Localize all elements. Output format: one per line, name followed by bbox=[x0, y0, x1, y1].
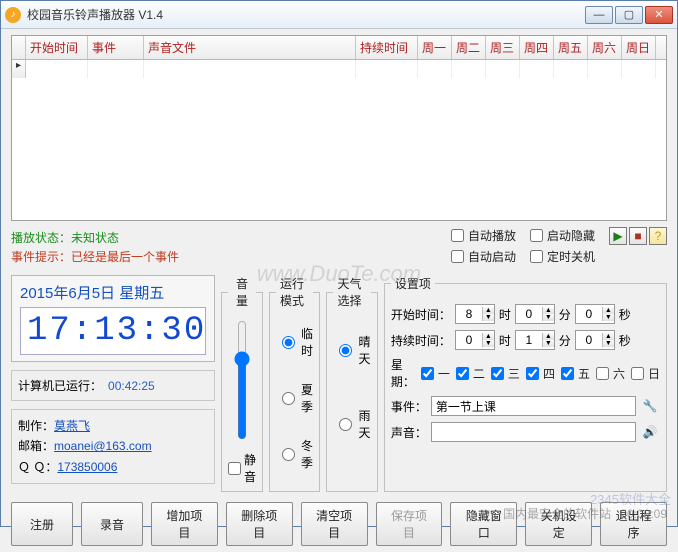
app-icon: ♪ bbox=[5, 7, 21, 23]
clear-button[interactable]: 清空项目 bbox=[301, 502, 368, 546]
settings-legend: 设置项 bbox=[391, 275, 435, 292]
grid-header: 开始时间 事件 声音文件 持续时间 周一 周二 周三 周四 周五 周六 周日 bbox=[12, 36, 666, 60]
add-button[interactable]: 增加项目 bbox=[151, 502, 218, 546]
weather-rainy[interactable]: 雨天 bbox=[339, 407, 370, 441]
day-sun[interactable]: 日 bbox=[631, 365, 660, 382]
close-button[interactable]: ✕ bbox=[645, 6, 673, 24]
info-panel: 2015年6月5日 星期五 17:13:30 计算机已运行： 00:42:25 … bbox=[11, 275, 215, 492]
play-icon-button[interactable]: ▶ bbox=[609, 227, 627, 245]
volume-slider[interactable] bbox=[233, 320, 251, 440]
auto-play-checkbox[interactable]: 自动播放 bbox=[451, 227, 516, 244]
auto-options: 自动播放 启动隐藏 自动启动 定时关机 bbox=[451, 227, 595, 265]
volume-legend: 音量 bbox=[228, 275, 256, 309]
dur-hour-spinner[interactable]: ▲▼ bbox=[455, 330, 495, 350]
mode-panel: 运行模式 临时 夏季 冬季 bbox=[269, 275, 320, 492]
day-mon[interactable]: 一 bbox=[421, 365, 450, 382]
col-duration: 持续时间 bbox=[356, 36, 418, 59]
grid-body: ▸ bbox=[12, 60, 666, 78]
event-label: 事件： bbox=[391, 398, 427, 415]
mute-checkbox[interactable]: 静音 bbox=[228, 451, 256, 485]
week-label: 星期： bbox=[391, 356, 415, 390]
weather-panel: 天气选择 晴天 雨天 bbox=[326, 275, 377, 492]
col-wed: 周三 bbox=[486, 36, 520, 59]
col-start-time: 开始时间 bbox=[26, 36, 88, 59]
start-min-spinner[interactable]: ▲▼ bbox=[515, 304, 555, 324]
sound-input[interactable] bbox=[431, 422, 636, 442]
mode-temp[interactable]: 临时 bbox=[282, 325, 313, 359]
volume-panel: 音量 静音 bbox=[221, 275, 263, 492]
timed-shutdown-checkbox[interactable]: 定时关机 bbox=[530, 248, 595, 265]
mode-legend: 运行模式 bbox=[276, 275, 313, 309]
col-tue: 周二 bbox=[452, 36, 486, 59]
settings-panel: 设置项 开始时间： ▲▼时 ▲▼分 ▲▼秒 持续时间： ▲▼时 ▲▼分 ▲▼秒 … bbox=[384, 275, 667, 492]
uptime-label: 计算机已运行： bbox=[18, 377, 102, 394]
play-status: 播放状态：未知状态 bbox=[11, 229, 451, 246]
author-label: 制作： bbox=[18, 419, 54, 433]
start-sec-spinner[interactable]: ▲▼ bbox=[575, 304, 615, 324]
stop-icon-button[interactable]: ■ bbox=[629, 227, 647, 245]
mail-label: 邮箱： bbox=[18, 439, 54, 453]
day-wed[interactable]: 三 bbox=[491, 365, 520, 382]
sound-label: 声音： bbox=[391, 424, 427, 441]
mode-winter[interactable]: 冬季 bbox=[282, 437, 313, 471]
mode-summer[interactable]: 夏季 bbox=[282, 381, 313, 415]
clock-display: 17:13:30 bbox=[20, 307, 206, 355]
help-icon-button[interactable]: ? bbox=[649, 227, 667, 245]
window-title: 校园音乐铃声播放器 V1.4 bbox=[27, 6, 585, 23]
record-button[interactable]: 录音 bbox=[81, 502, 143, 546]
qq-label: Ｑ Ｑ： bbox=[18, 460, 57, 474]
register-button[interactable]: 注册 bbox=[11, 502, 73, 546]
day-sat[interactable]: 六 bbox=[596, 365, 625, 382]
duration-label: 持续时间： bbox=[391, 332, 451, 349]
delete-button[interactable]: 删除项目 bbox=[226, 502, 293, 546]
day-fri[interactable]: 五 bbox=[561, 365, 590, 382]
save-button[interactable]: 保存项目 bbox=[376, 502, 443, 546]
schedule-grid[interactable]: 开始时间 事件 声音文件 持续时间 周一 周二 周三 周四 周五 周六 周日 ▸ bbox=[11, 35, 667, 221]
event-tip: 事件提示：已经是最后一个事件 bbox=[11, 248, 451, 265]
author-value[interactable]: 莫燕飞 bbox=[54, 419, 90, 433]
col-mon: 周一 bbox=[418, 36, 452, 59]
dur-min-spinner[interactable]: ▲▼ bbox=[515, 330, 555, 350]
uptime-value: 00:42:25 bbox=[108, 379, 155, 393]
weather-sunny[interactable]: 晴天 bbox=[339, 333, 370, 367]
mail-value[interactable]: moanei@163.com bbox=[54, 439, 152, 453]
sound-browse-icon[interactable]: 🔊 bbox=[640, 422, 660, 442]
start-time-label: 开始时间： bbox=[391, 306, 451, 323]
titlebar: ♪ 校园音乐铃声播放器 V1.4 — ▢ ✕ bbox=[1, 1, 677, 29]
event-browse-icon[interactable]: 🔧 bbox=[640, 396, 660, 416]
maximize-button[interactable]: ▢ bbox=[615, 6, 643, 24]
col-sat: 周六 bbox=[588, 36, 622, 59]
dur-sec-spinner[interactable]: ▲▼ bbox=[575, 330, 615, 350]
qq-value[interactable]: 173850006 bbox=[57, 460, 117, 474]
date-label: 2015年6月5日 星期五 bbox=[20, 282, 206, 303]
col-thu: 周四 bbox=[520, 36, 554, 59]
start-hour-spinner[interactable]: ▲▼ bbox=[455, 304, 495, 324]
app-window: ♪ 校园音乐铃声播放器 V1.4 — ▢ ✕ 开始时间 事件 声音文件 持续时间… bbox=[0, 0, 678, 527]
start-hidden-checkbox[interactable]: 启动隐藏 bbox=[530, 227, 595, 244]
col-event: 事件 bbox=[88, 36, 144, 59]
auto-start-checkbox[interactable]: 自动启动 bbox=[451, 248, 516, 265]
weather-legend: 天气选择 bbox=[333, 275, 370, 309]
row-marker: ▸ bbox=[12, 60, 26, 78]
col-fri: 周五 bbox=[554, 36, 588, 59]
event-input[interactable] bbox=[431, 396, 636, 416]
day-tue[interactable]: 二 bbox=[456, 365, 485, 382]
corner-slogan: 国内最安全的软件站 00:00:09 bbox=[503, 505, 667, 522]
minimize-button[interactable]: — bbox=[585, 6, 613, 24]
col-sound-file: 声音文件 bbox=[144, 36, 356, 59]
day-thu[interactable]: 四 bbox=[526, 365, 555, 382]
col-sun: 周日 bbox=[622, 36, 656, 59]
